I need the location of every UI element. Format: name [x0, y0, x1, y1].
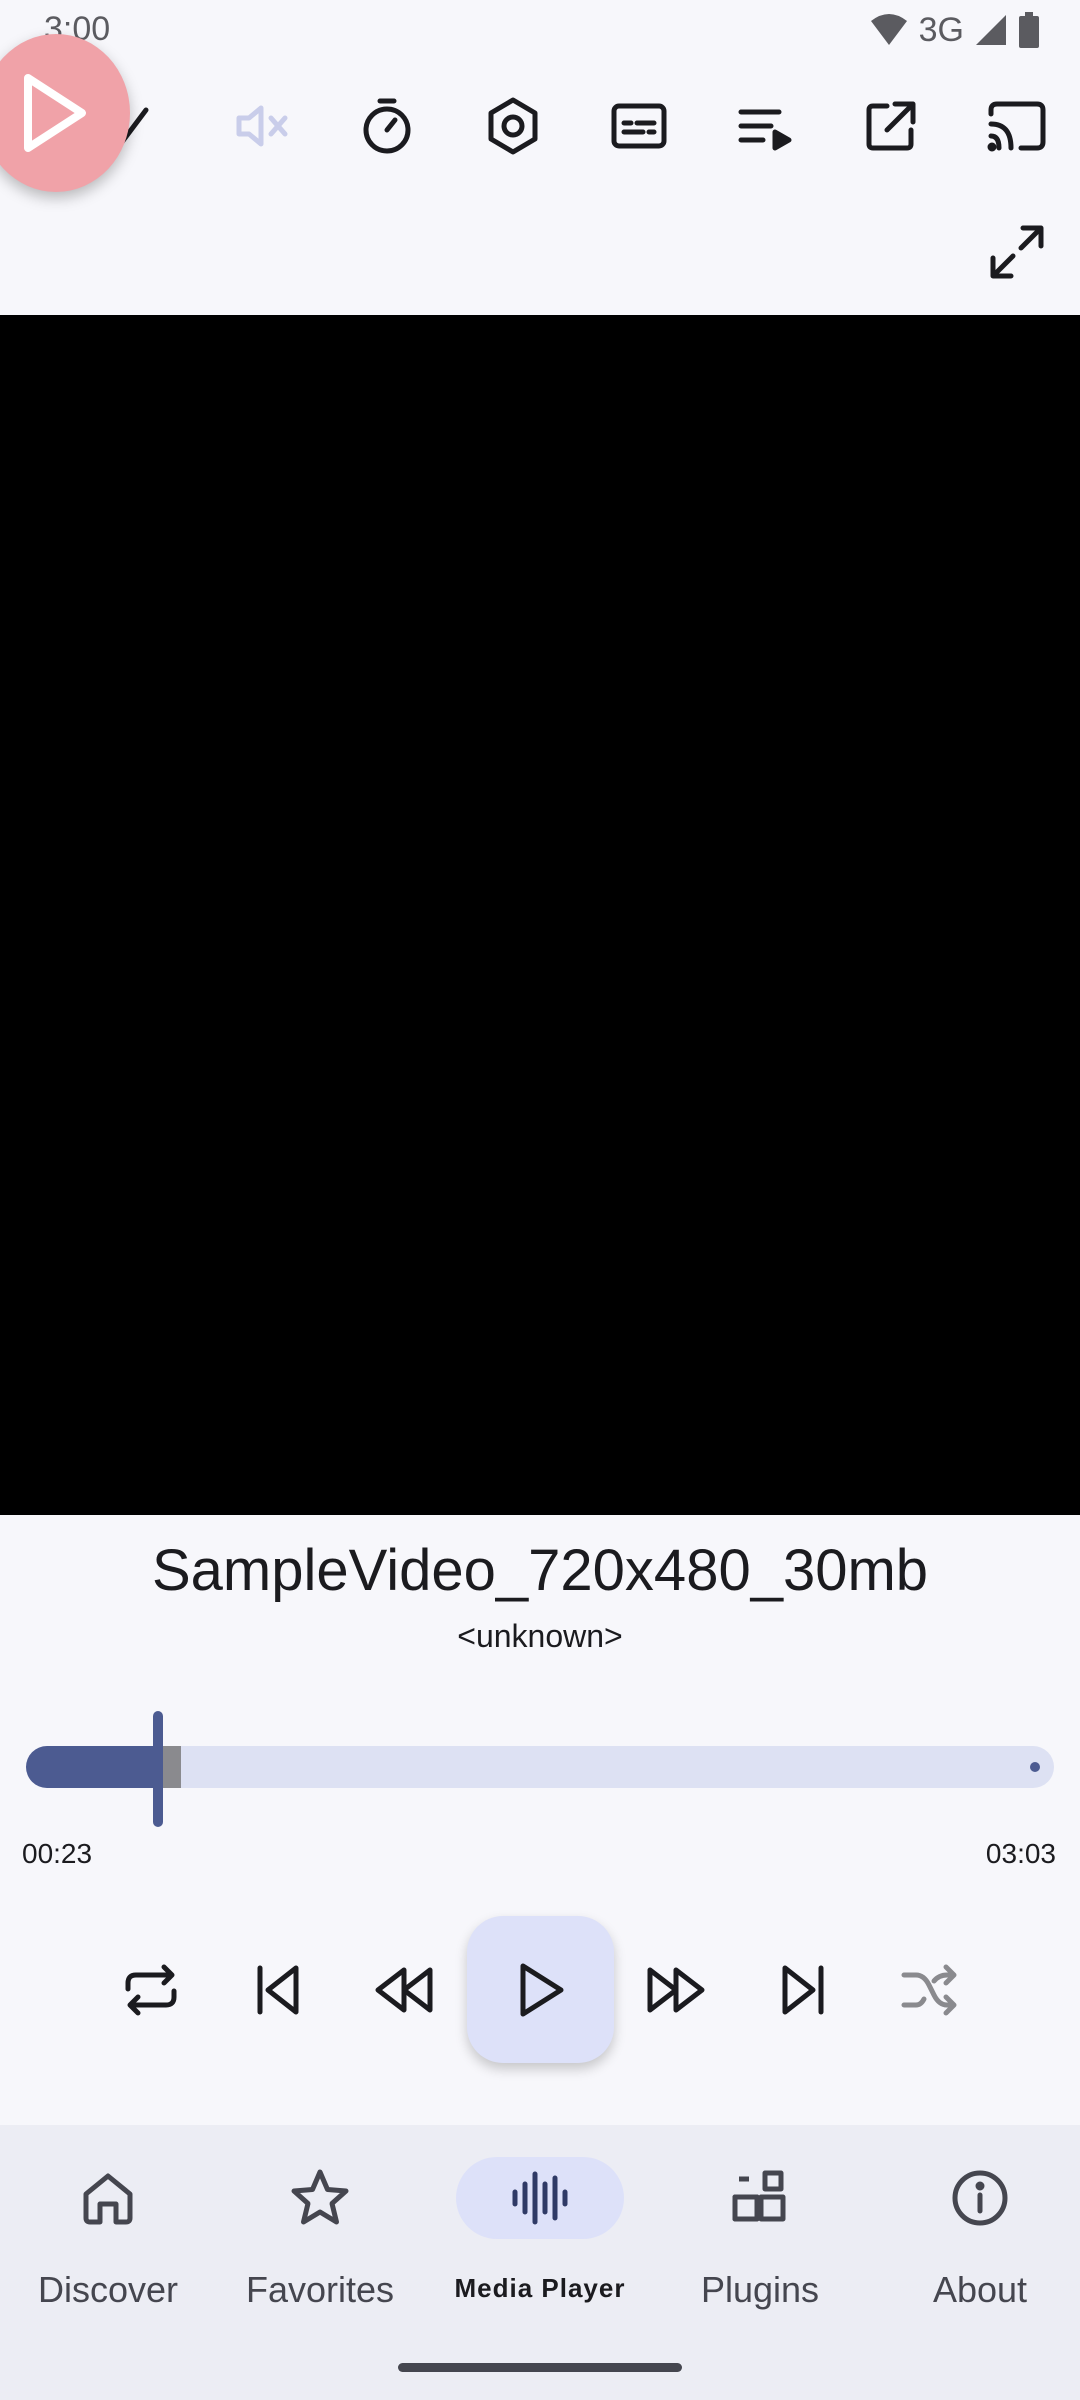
widgets-icon	[732, 2170, 786, 2222]
seek-bar[interactable]	[26, 1746, 1054, 1788]
media-player-screen: 3:00 3G SampleVideo_720x480_30mb <unknow…	[0, 0, 1080, 2400]
star-icon	[291, 2169, 349, 2225]
open-external-icon[interactable]	[843, 78, 939, 174]
skip-next-icon	[782, 1965, 824, 2015]
track-artist: <unknown>	[457, 1618, 623, 1654]
home-indicator[interactable]	[398, 2363, 682, 2372]
play-button[interactable]	[467, 1916, 614, 2063]
battery-icon	[1018, 12, 1040, 48]
nav-icon-container	[676, 2157, 844, 2239]
waveform-icon	[512, 2171, 568, 2225]
bottom-navigation: Discover Favorites Media Player Plugins …	[0, 2125, 1080, 2400]
nav-label: Favorites	[245, 2269, 395, 2310]
elapsed-time: 00:23	[22, 1838, 93, 1869]
rewind-icon	[375, 1967, 433, 2013]
repeat-button[interactable]	[103, 1942, 199, 2038]
subtitles-icon[interactable]	[591, 78, 687, 174]
skip-previous-icon	[257, 1965, 299, 2015]
fullscreen-icon[interactable]	[969, 204, 1065, 300]
play-circle-icon	[24, 74, 86, 152]
track-title: SampleVideo_720x480_30mb	[151, 1538, 929, 1603]
nav-label: Plugins	[700, 2269, 820, 2310]
seek-progress	[26, 1746, 156, 1788]
nav-label: Discover	[37, 2269, 179, 2310]
sleep-timer-icon[interactable]	[339, 78, 435, 174]
total-duration: 03:03	[985, 1838, 1056, 1869]
fast-forward-icon	[647, 1967, 705, 2013]
status-icons: 3G	[869, 10, 1040, 50]
rewind-button[interactable]	[356, 1942, 452, 2038]
play-icon	[520, 1963, 563, 2016]
nav-icon-container	[236, 2157, 404, 2239]
home-icon	[83, 2173, 133, 2225]
shuffle-icon	[901, 1964, 957, 2016]
mute-icon[interactable]	[213, 78, 309, 174]
nav-item-about[interactable]: About	[872, 2125, 1080, 2325]
nav-item-discover[interactable]: Discover	[0, 2125, 216, 2325]
nav-item-media-player[interactable]: Media Player	[432, 2125, 648, 2325]
status-bar: 3:00 3G	[0, 0, 1080, 60]
nav-icon-container	[456, 2157, 624, 2239]
signal-icon	[974, 13, 1008, 47]
cast-icon[interactable]	[969, 78, 1065, 174]
nav-label: Media Player	[454, 2273, 626, 2303]
nav-icon-container	[24, 2157, 192, 2239]
wifi-icon	[869, 13, 909, 47]
network-type: 3G	[918, 10, 964, 49]
nav-item-plugins[interactable]: Plugins	[652, 2125, 868, 2325]
settings-icon[interactable]	[465, 78, 561, 174]
shuffle-button[interactable]	[881, 1942, 977, 2038]
repeat-icon	[125, 1964, 177, 2016]
seek-thumb[interactable]	[153, 1711, 163, 1827]
skip-next-button[interactable]	[755, 1942, 851, 2038]
info-icon	[952, 2170, 1008, 2226]
playlist-icon[interactable]	[717, 78, 813, 174]
nav-item-favorites[interactable]: Favorites	[212, 2125, 428, 2325]
skip-previous-button[interactable]	[230, 1942, 326, 2038]
fast-forward-button[interactable]	[628, 1942, 724, 2038]
video-surface[interactable]	[0, 315, 1080, 1515]
seek-end-marker	[1030, 1762, 1040, 1772]
nav-icon-container	[896, 2157, 1064, 2239]
nav-label: About	[932, 2269, 1028, 2310]
